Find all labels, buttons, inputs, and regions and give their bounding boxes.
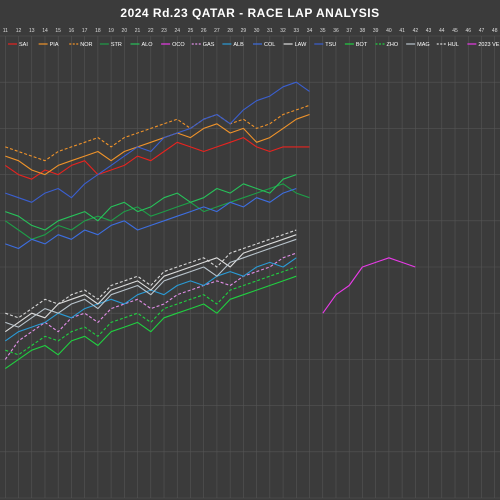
- x-tick-label: 27: [214, 28, 220, 34]
- legend-label: TSU: [325, 42, 336, 48]
- series-line-str: [4, 183, 310, 240]
- x-tick-label: 24: [174, 28, 180, 34]
- legend-label: OCO: [172, 42, 185, 48]
- series-line-tsu: [5, 81, 310, 203]
- x-tick-label: 48: [492, 28, 498, 34]
- series-line-oco: [322, 257, 416, 314]
- x-tick-label: 35: [320, 28, 326, 34]
- x-tick-label: 22: [148, 28, 154, 34]
- legend-label: PIA: [50, 42, 59, 48]
- legend-label: MAG: [417, 42, 430, 48]
- x-tick-label: 28: [227, 28, 233, 34]
- x-tick-label: 40: [386, 28, 392, 34]
- x-tick-label: 23: [161, 28, 167, 34]
- x-tick-label: 39: [373, 28, 379, 34]
- x-tick-label: 44: [439, 28, 445, 34]
- legend-label: LAW: [295, 42, 308, 48]
- x-tick-label: 26: [201, 28, 207, 34]
- x-tick-label: 29: [241, 28, 247, 34]
- series-line-nor: [5, 104, 310, 162]
- legend-label: COL: [264, 42, 275, 48]
- x-tick-label: 25: [188, 28, 194, 34]
- x-tick-label: 42: [413, 28, 419, 34]
- legend-label: ALB: [233, 42, 244, 48]
- x-tick-label: 46: [465, 28, 471, 34]
- x-tick-label: 31: [267, 28, 273, 34]
- x-tick-label: 19: [108, 28, 114, 34]
- x-tick-label: 16: [69, 28, 75, 34]
- x-tick-label: 32: [280, 28, 286, 34]
- x-tick-label: 47: [479, 28, 485, 34]
- legend-label: 2023 VE: [478, 42, 499, 48]
- legend-label: STR: [111, 42, 122, 48]
- x-tick-label: 17: [82, 28, 88, 34]
- x-tick-label: 11: [3, 28, 8, 34]
- x-tick-label: 15: [55, 28, 61, 34]
- x-tick-label: 34: [307, 28, 313, 34]
- x-tick-label: 37: [346, 28, 352, 34]
- x-tick-label: 21: [135, 28, 141, 34]
- x-tick-label: 14: [42, 28, 48, 34]
- x-tick-label: 20: [122, 28, 128, 34]
- x-tick-label: 18: [95, 28, 101, 34]
- legend-label: SAI: [19, 42, 28, 48]
- lap-chart: 11 12 13 14 15 16 17 18 19 20 21 22 23 24 25 26 27 28 29 30…: [0, 28, 500, 499]
- legend-label: GAS: [203, 42, 215, 48]
- x-tick-label: 41: [399, 28, 405, 34]
- x-tick-label: 30: [254, 28, 260, 34]
- x-tick-label: 45: [452, 28, 458, 34]
- x-tick-label: 33: [294, 28, 300, 34]
- legend-label: NOR: [80, 42, 92, 48]
- legend-label: BOT: [356, 42, 368, 48]
- x-tick-label: 43: [426, 28, 432, 34]
- x-tick-label: 38: [360, 28, 366, 34]
- legend-label: ZHO: [387, 42, 399, 48]
- x-tick-label: 12: [16, 28, 22, 34]
- legend-label: ALO: [142, 42, 154, 48]
- x-tick-label: 13: [29, 28, 35, 34]
- x-tick-label: 36: [333, 28, 339, 34]
- legend-label: HUL: [448, 42, 459, 48]
